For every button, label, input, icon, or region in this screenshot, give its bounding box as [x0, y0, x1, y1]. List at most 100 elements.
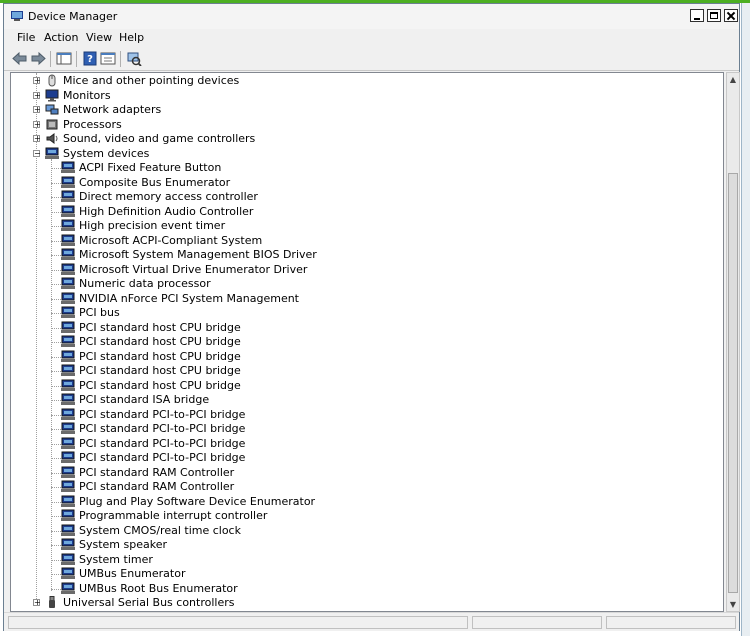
tree-connector: [51, 269, 61, 271]
tree-connector: [51, 414, 61, 416]
device-item[interactable]: PCI standard PCI-to-PCI bridge: [49, 437, 649, 451]
device-item[interactable]: Microsoft System Management BIOS Driver: [49, 248, 649, 262]
device-item[interactable]: System timer: [49, 553, 649, 567]
device-label: High Definition Audio Controller: [79, 204, 254, 218]
svg-text:?: ?: [87, 54, 93, 65]
device-item[interactable]: Composite Bus Enumerator: [49, 176, 649, 190]
device-item[interactable]: PCI bus: [49, 306, 649, 320]
maximize-button[interactable]: [707, 9, 721, 22]
system-device-icon: [61, 567, 75, 579]
menu-file[interactable]: File: [17, 31, 35, 44]
device-item[interactable]: Microsoft ACPI-Compliant System: [49, 234, 649, 248]
device-label: Microsoft Virtual Drive Enumerator Drive…: [79, 262, 308, 276]
device-label: Processors: [63, 117, 122, 131]
device-item[interactable]: System CMOS/real time clock: [49, 524, 649, 538]
device-label: High precision event timer: [79, 219, 226, 232]
scroll-up-arrow-icon[interactable]: ▲: [729, 76, 737, 84]
expand-icon[interactable]: +: [33, 77, 41, 85]
device-tree[interactable]: + Mice and other pointing devices + Monitor…: [10, 72, 724, 612]
forward-arrow-icon[interactable]: [30, 51, 46, 66]
tree-connector: [51, 182, 61, 184]
expand-icon[interactable]: +: [33, 135, 41, 143]
device-item[interactable]: Programmable interrupt controller: [49, 509, 649, 523]
toolbar-separator: [120, 51, 121, 67]
scrollbar-thumb[interactable]: [728, 173, 738, 593]
device-item[interactable]: PCI standard PCI-to-PCI bridge: [49, 451, 649, 465]
device-item[interactable]: PCI standard host CPU bridge: [49, 335, 649, 349]
tree-category[interactable]: + Universal Serial Bus controllers: [33, 596, 633, 610]
tree-connector: [51, 255, 61, 256]
expand-icon[interactable]: +: [33, 120, 41, 128]
tree-connector: [51, 501, 61, 503]
vertical-scrollbar[interactable]: ▲ ▼: [726, 72, 740, 612]
show-hide-console-tree-icon[interactable]: [56, 51, 72, 66]
device-item[interactable]: Plug and Play Software Device Enumerator: [49, 495, 649, 509]
device-item[interactable]: PCI standard host CPU bridge: [49, 350, 649, 364]
close-button[interactable]: [724, 9, 738, 22]
menu-bar: File Action View Help: [4, 29, 739, 47]
device-item[interactable]: PCI standard host CPU bridge: [49, 379, 649, 393]
device-item[interactable]: UMBus Enumerator: [49, 567, 649, 581]
tree-category[interactable]: + Sound, video and game controllers: [33, 132, 633, 146]
device-item[interactable]: PCI standard RAM Controller: [49, 480, 649, 494]
tree-category[interactable]: + Monitors: [33, 89, 633, 103]
device-item[interactable]: PCI standard host CPU bridge: [49, 321, 649, 335]
device-label: Universal Serial Bus controllers: [63, 596, 235, 609]
device-label: ACPI Fixed Feature Button: [79, 161, 222, 174]
scan-hardware-changes-icon[interactable]: [126, 51, 142, 66]
system-device-icon: [61, 335, 75, 347]
system-device-icon: [61, 190, 75, 202]
device-label: System CMOS/real time clock: [79, 523, 241, 537]
device-item[interactable]: Direct memory access controller: [49, 190, 649, 204]
device-item[interactable]: ACPI Fixed Feature Button: [49, 161, 649, 175]
speaker-icon: [46, 133, 58, 144]
system-device-icon: [61, 509, 75, 521]
computer-management-icon: [11, 11, 23, 21]
device-label: Microsoft System Management BIOS Driver: [79, 248, 317, 261]
system-device-icon: [61, 292, 75, 304]
device-label: Microsoft ACPI-Compliant System: [79, 233, 263, 247]
toolbar: ?: [4, 47, 739, 71]
collapse-icon[interactable]: −: [33, 149, 41, 157]
device-label: PCI standard RAM Controller: [79, 480, 235, 493]
tree-category[interactable]: + Processors: [33, 118, 633, 132]
system-device-icon: [61, 466, 75, 478]
system-device-icon: [61, 234, 75, 246]
system-device-icon: [61, 422, 75, 434]
scroll-down-arrow-icon[interactable]: ▼: [729, 601, 737, 609]
device-item[interactable]: Numeric data processor: [49, 277, 649, 291]
menu-view[interactable]: View: [86, 31, 112, 44]
tree-connector: [51, 240, 61, 242]
expand-icon[interactable]: +: [33, 599, 41, 607]
menu-action[interactable]: Action: [44, 31, 78, 44]
tree-category-system-devices[interactable]: − System devices: [33, 147, 633, 161]
system-device-icon: [61, 364, 75, 376]
expand-icon[interactable]: +: [33, 106, 41, 114]
tree-category[interactable]: + Network adapters: [33, 103, 633, 117]
device-manager-window: Device Manager File Action View Help ? +…: [3, 3, 740, 631]
tree-connector: [51, 443, 61, 445]
toolbar-separator: [50, 51, 51, 67]
system-device-icon: [61, 393, 75, 405]
device-item[interactable]: Microsoft Virtual Drive Enumerator Drive…: [49, 263, 649, 277]
tree-category[interactable]: + Mice and other pointing devices: [33, 74, 633, 88]
device-item[interactable]: PCI standard RAM Controller: [49, 466, 649, 480]
title-bar[interactable]: Device Manager: [4, 4, 739, 29]
device-item[interactable]: NVIDIA nForce PCI System Management: [49, 292, 649, 306]
back-arrow-icon[interactable]: [12, 51, 28, 66]
menu-help[interactable]: Help: [119, 31, 144, 44]
device-item[interactable]: PCI standard host CPU bridge: [49, 364, 649, 378]
device-label: PCI standard PCI-to-PCI bridge: [79, 422, 246, 435]
device-item[interactable]: High Definition Audio Controller: [49, 205, 649, 219]
device-item[interactable]: System speaker: [49, 538, 649, 552]
properties-icon[interactable]: [100, 51, 116, 66]
device-item[interactable]: UMBus Root Bus Enumerator: [49, 582, 649, 596]
device-item[interactable]: PCI standard PCI-to-PCI bridge: [49, 422, 649, 436]
tree-connector: [51, 530, 61, 532]
expand-icon[interactable]: +: [33, 91, 41, 99]
help-icon[interactable]: ?: [82, 51, 98, 66]
device-item[interactable]: PCI standard PCI-to-PCI bridge: [49, 408, 649, 422]
device-item[interactable]: PCI standard ISA bridge: [49, 393, 649, 407]
minimize-button[interactable]: [690, 9, 704, 22]
device-item[interactable]: High precision event timer: [49, 219, 649, 233]
